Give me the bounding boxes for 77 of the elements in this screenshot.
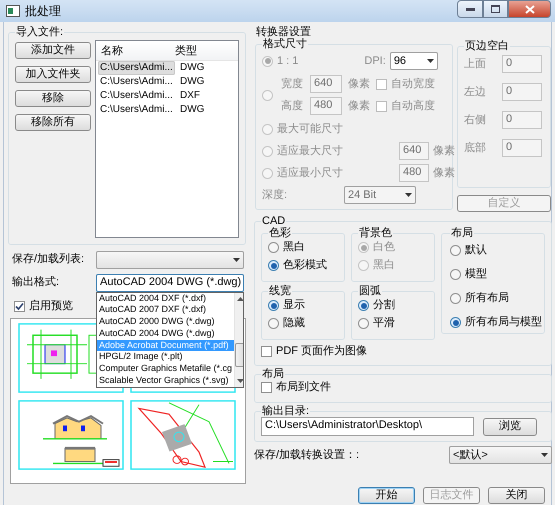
checkbox[interactable]: 启用预览: [14, 299, 73, 314]
window-title: 批处理: [25, 4, 62, 18]
file-type-cell-text: DXF: [179, 89, 201, 103]
list-action-button[interactable]: 添加文件: [15, 42, 91, 59]
field-label: 上面: [464, 58, 487, 70]
settings-dropdown[interactable]: <默认>: [449, 446, 552, 464]
list-action-button[interactable]: 移除所有: [15, 114, 91, 131]
radio-button[interactable]: 所有布局: [450, 291, 540, 306]
field-label: 左边: [464, 86, 487, 98]
field-label: 右侧: [464, 114, 487, 126]
close-icon: [524, 4, 534, 14]
browse-button[interactable]: 浏览: [483, 418, 537, 436]
file-type-cell-text: DWG: [179, 75, 206, 89]
radio-button[interactable]: 默认: [450, 243, 540, 258]
field-label: 保存/加载转换设置：:: [254, 448, 360, 462]
group-title: 线宽: [268, 285, 292, 297]
checkbox[interactable]: 布局到文件: [261, 380, 331, 395]
check-icon: [15, 302, 24, 311]
radio-button[interactable]: 平滑: [358, 316, 428, 331]
radio-button[interactable]: 黑白: [268, 240, 338, 255]
field-label: 深度:: [262, 188, 288, 202]
caret-icon: [541, 453, 548, 457]
field-label: 底部: [464, 142, 487, 154]
radio-button[interactable]: 隐藏: [268, 316, 338, 331]
file-list[interactable]: 名称 类型 C:\Users\Admi... DWG C:\Users\Admi... DWG C:\Users\Admi... DXF C:\Users\Admi... DWG: [95, 40, 239, 238]
file-type-cell-text: DWG: [179, 103, 206, 117]
group-title: 色彩: [268, 227, 292, 239]
radio-button[interactable]: 模型: [450, 267, 540, 282]
close-button[interactable]: [508, 0, 551, 18]
unit-label: 像素: [433, 166, 455, 180]
caret-icon: [405, 193, 412, 197]
group-title: 格式尺寸: [262, 38, 308, 50]
field-label: 保存/加载列表:: [12, 253, 86, 266]
maximize-icon: [491, 5, 500, 13]
file-type-cell-text: DWG: [179, 61, 206, 75]
group-title: 页边空白: [464, 40, 510, 52]
dpi-label: DPI:: [364, 54, 386, 68]
scrollbar[interactable]: [234, 292, 243, 387]
group-title: 圆弧: [358, 285, 382, 297]
list-action-button[interactable]: 移除: [15, 90, 91, 107]
radio-button[interactable]: 色彩模式: [268, 258, 338, 273]
field-label: 宽度: [280, 78, 304, 90]
list-action-button[interactable]: 加入文件夹: [15, 66, 91, 83]
radio-button[interactable]: 所有布局与模型: [450, 315, 540, 330]
dropdown-option[interactable]: Computer Graphics Metafile (*.cg: [97, 363, 234, 376]
file-path-cell[interactable]: C:\Users\Admi...: [98, 61, 175, 75]
group-title: 布局: [261, 368, 285, 380]
unit-label: 像素: [348, 78, 370, 90]
group-title: 转换器设置: [255, 26, 312, 38]
unit-label: 像素: [433, 144, 455, 158]
file-path-cell[interactable]: C:\Users\Admi...: [98, 89, 175, 103]
dialog-button[interactable]: 开始: [358, 487, 415, 504]
radio-button[interactable]: 显示: [268, 298, 338, 313]
maximize-button[interactable]: [483, 0, 508, 18]
field-label: 高度: [280, 100, 304, 112]
group-title: 背景色: [358, 227, 393, 239]
path-field[interactable]: C:\Users\Administrator\Desktop\: [261, 417, 474, 436]
file-path-cell[interactable]: C:\Users\Admi...: [98, 75, 175, 89]
dialog-button[interactable]: 关闭: [488, 487, 545, 504]
field-label: 输出格式:: [12, 276, 60, 289]
radio-button[interactable]: 分割: [358, 298, 428, 313]
group-title: 输出目录:: [261, 405, 310, 417]
caret-icon: [233, 258, 240, 262]
group-title: 导入文件:: [15, 26, 64, 38]
scroll-down-icon: [237, 378, 243, 383]
file-path-cell[interactable]: C:\Users\Admi...: [98, 103, 175, 117]
column-header[interactable]: 名称: [96, 41, 170, 62]
column-header[interactable]: 类型: [170, 41, 238, 62]
checkbox[interactable]: PDF 页面作为图像: [261, 344, 368, 359]
caret-icon: [426, 59, 434, 63]
minimize-button[interactable]: [457, 0, 483, 18]
scroll-up-icon: [237, 296, 243, 300]
minimize-icon: [466, 8, 474, 10]
group-title: CAD: [261, 215, 286, 227]
unit-label: 像素: [348, 100, 370, 112]
group-title: 布局: [450, 227, 474, 239]
window-icon: [6, 5, 20, 17]
